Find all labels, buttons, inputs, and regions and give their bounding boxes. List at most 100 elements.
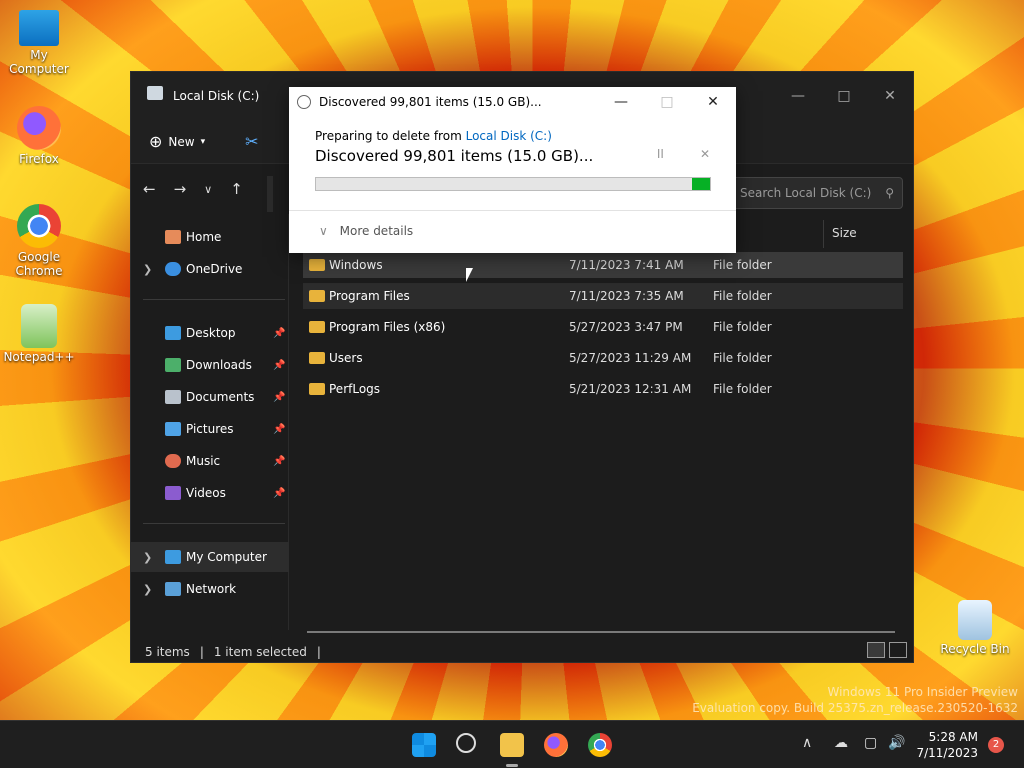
- start-icon[interactable]: [412, 733, 436, 757]
- search-input[interactable]: Search Local Disk (C:) ⚲: [731, 177, 903, 209]
- sidebar-item-videos[interactable]: Videos 📌: [131, 478, 289, 508]
- chevron-right-icon[interactable]: ❯: [143, 263, 152, 276]
- sidebar-item-onedrive[interactable]: ❯ OneDrive: [131, 254, 289, 284]
- system-clock[interactable]: 5:28 AM 7/11/2023: [916, 729, 978, 761]
- music-icon: [165, 454, 181, 468]
- dialog-close-button[interactable]: ✕: [690, 94, 736, 110]
- pin-icon: 📌: [273, 327, 286, 339]
- chrome-icon[interactable]: [588, 733, 612, 757]
- desktop-icon-notepadpp[interactable]: Notepad++: [1, 304, 77, 364]
- file-row[interactable]: Users 5/27/2023 11:29 AM File folder: [303, 345, 903, 371]
- pin-icon: 📌: [273, 487, 286, 499]
- folder-icon: [309, 383, 325, 395]
- cloud-offline-icon[interactable]: ☁: [834, 735, 848, 751]
- chevron-right-icon[interactable]: ❯: [143, 551, 152, 564]
- dialog-titlebar[interactable]: Discovered 99,801 items (15.0 GB)... — □…: [289, 87, 736, 117]
- drive-icon: [147, 86, 163, 100]
- sidebar-item-home[interactable]: Home: [131, 222, 289, 252]
- chevron-down-icon: ∨: [319, 224, 328, 238]
- up-arrow-icon[interactable]: ↑: [230, 180, 243, 198]
- explorer-tab-title[interactable]: Local Disk (C:): [173, 89, 259, 103]
- recent-chevron-icon[interactable]: ∨: [204, 183, 212, 196]
- file-row[interactable]: Windows 7/11/2023 7:41 AM File folder: [303, 252, 903, 278]
- notification-badge[interactable]: 2: [988, 737, 1004, 753]
- folder-icon: [309, 259, 325, 271]
- tiles-view-icon[interactable]: [889, 642, 907, 658]
- search-icon: ⚲: [885, 186, 894, 200]
- sidebar-divider: [143, 299, 285, 300]
- delete-progress-dialog: Discovered 99,801 items (15.0 GB)... — □…: [289, 87, 736, 253]
- search-icon[interactable]: [456, 733, 476, 753]
- sidebar-item-my-computer[interactable]: ❯ My Computer: [131, 542, 289, 572]
- progress-bar: [315, 177, 711, 191]
- chevron-right-icon[interactable]: ❯: [143, 583, 152, 596]
- volume-icon[interactable]: 🔊: [888, 735, 905, 751]
- desktop-icon-recycle-bin[interactable]: Recycle Bin: [937, 600, 1013, 656]
- cut-icon[interactable]: ✂: [245, 132, 258, 151]
- maximize-button[interactable]: □: [821, 81, 867, 111]
- new-button[interactable]: ⊕ New ▾: [149, 132, 205, 151]
- folder-icon: [309, 352, 325, 364]
- firefox-icon[interactable]: [544, 733, 568, 757]
- close-button[interactable]: ✕: [867, 81, 913, 111]
- view-toggle: [867, 642, 907, 658]
- progress-fill: [692, 178, 710, 190]
- pin-icon: 📌: [273, 391, 286, 403]
- column-header-size[interactable]: Size: [823, 220, 903, 248]
- monitor-icon: [19, 10, 59, 46]
- more-details-button[interactable]: ∨ More details: [319, 224, 413, 238]
- back-arrow-icon[interactable]: ←: [143, 180, 156, 198]
- clock-icon: [297, 95, 311, 109]
- sidebar-item-music[interactable]: Music 📌: [131, 446, 289, 476]
- monitor-icon: [165, 550, 181, 564]
- file-list: Windows 7/11/2023 7:41 AM File folder Pr…: [303, 252, 903, 407]
- chevron-up-icon[interactable]: ∧: [802, 735, 812, 751]
- address-bar[interactable]: [267, 176, 273, 212]
- pause-button[interactable]: II: [657, 147, 664, 165]
- status-separator: |: [316, 645, 321, 659]
- cloud-icon: [165, 262, 181, 276]
- file-explorer-icon[interactable]: [500, 733, 524, 757]
- sidebar-item-desktop[interactable]: Desktop 📌: [131, 318, 289, 348]
- desktop-icon-chrome[interactable]: Google Chrome: [1, 204, 77, 278]
- sidebar-item-pictures[interactable]: Pictures 📌: [131, 414, 289, 444]
- mouse-cursor: [466, 268, 473, 282]
- horizontal-scrollbar[interactable]: [307, 631, 895, 633]
- preparing-text: Preparing to delete from Local Disk (C:): [315, 129, 552, 143]
- chevron-down-icon: ▾: [200, 136, 206, 147]
- file-row[interactable]: PerfLogs 5/21/2023 12:31 AM File folder: [303, 376, 903, 402]
- file-row[interactable]: Program Files (x86) 5/27/2023 3:47 PM Fi…: [303, 314, 903, 340]
- folder-icon: [309, 321, 325, 333]
- forward-arrow-icon[interactable]: →: [174, 180, 187, 198]
- pictures-icon: [165, 422, 181, 436]
- cancel-operation-button[interactable]: ✕: [700, 147, 710, 165]
- desktop-icon-firefox[interactable]: Firefox: [1, 106, 77, 166]
- network-icon[interactable]: ▢: [864, 735, 877, 751]
- sidebar-divider: [143, 523, 285, 524]
- notepad-plus-plus-icon: [21, 304, 57, 348]
- desktop-icon-my-computer[interactable]: My Computer: [1, 10, 77, 76]
- dialog-title: Discovered 99,801 items (15.0 GB)...: [319, 95, 542, 109]
- network-icon: [165, 582, 181, 596]
- active-app-indicator: [506, 764, 518, 767]
- file-row[interactable]: Program Files 7/11/2023 7:35 AM File fol…: [303, 283, 903, 309]
- pin-icon: 📌: [273, 423, 286, 435]
- sidebar-item-network[interactable]: ❯ Network: [131, 574, 289, 604]
- status-separator: |: [199, 645, 204, 659]
- sidebar-item-downloads[interactable]: Downloads 📌: [131, 350, 289, 380]
- dialog-maximize-button: □: [660, 94, 674, 110]
- details-view-icon[interactable]: [867, 642, 885, 658]
- chrome-icon: [17, 204, 61, 248]
- desktop-folder-icon: [165, 326, 181, 340]
- discovered-text: Discovered 99,801 items (15.0 GB)... II …: [315, 147, 710, 165]
- sidebar-item-documents[interactable]: Documents 📌: [131, 382, 289, 412]
- selection-count: 1 item selected: [213, 645, 307, 659]
- dialog-minimize-button[interactable]: —: [598, 94, 644, 110]
- folder-icon: [309, 290, 325, 302]
- source-link[interactable]: Local Disk (C:): [466, 129, 552, 143]
- item-count: 5 items: [145, 645, 190, 659]
- download-icon: [165, 358, 181, 372]
- minimize-button[interactable]: —: [775, 81, 821, 111]
- home-icon: [165, 230, 181, 244]
- pin-icon: 📌: [273, 455, 286, 467]
